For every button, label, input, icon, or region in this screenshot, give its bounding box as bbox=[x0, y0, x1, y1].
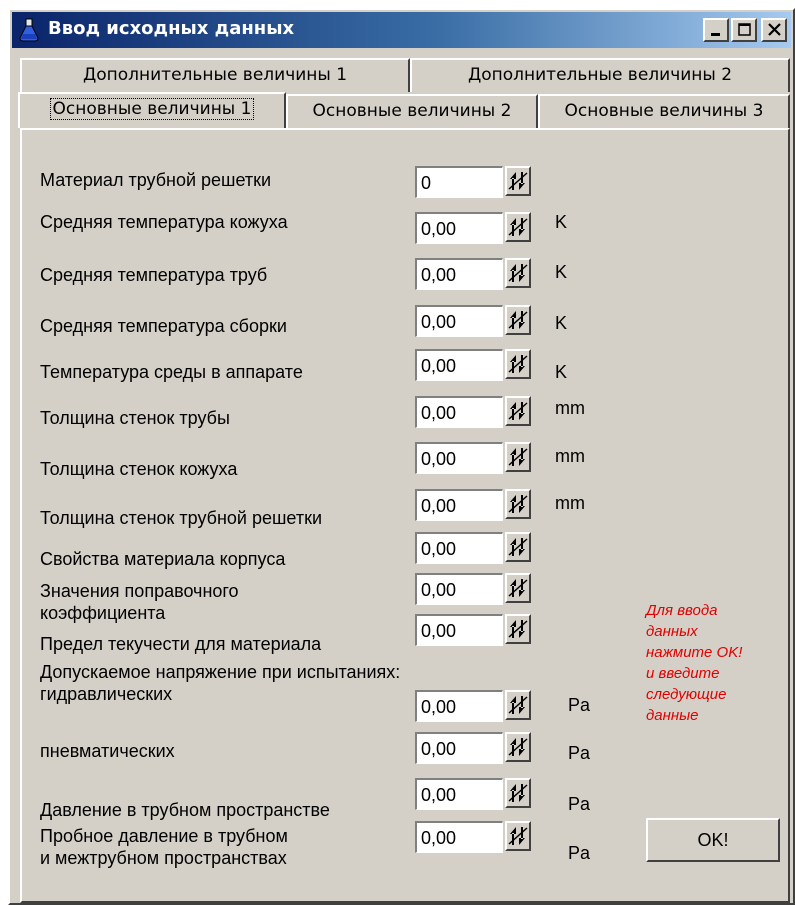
section-heading-allowable-stress: Допускаемое напряжение при испытаниях: bbox=[40, 662, 401, 682]
spin-button[interactable] bbox=[505, 212, 531, 242]
unit-label: Pa bbox=[568, 794, 591, 814]
window-title: Ввод исходных данных bbox=[48, 18, 295, 39]
input-shell-wall[interactable]: 0,00 bbox=[415, 442, 503, 474]
input-correction-factor[interactable]: 0,00 bbox=[415, 573, 503, 605]
up-down-arrows-icon bbox=[508, 495, 528, 513]
unit-label: mm bbox=[555, 398, 585, 418]
up-down-arrows-icon bbox=[508, 172, 528, 190]
up-down-arrows-icon bbox=[508, 827, 528, 845]
unit-label: K bbox=[555, 362, 568, 382]
field-label-test-pressure: Пробное давление в трубном bbox=[40, 826, 288, 846]
tab-main-3[interactable]: Основные величины 3 bbox=[538, 94, 790, 128]
close-button[interactable] bbox=[761, 18, 787, 42]
spin-button[interactable] bbox=[505, 690, 531, 720]
spin-button[interactable] bbox=[505, 489, 531, 519]
field-label-test-pressure-2: и межтрубном пространствах bbox=[40, 848, 287, 868]
spin-button[interactable] bbox=[505, 166, 531, 196]
spin-button[interactable] bbox=[505, 396, 531, 426]
up-down-arrows-icon bbox=[508, 218, 528, 236]
field-label-body-material: Свойства материала корпуса bbox=[40, 549, 286, 569]
up-down-arrows-icon bbox=[508, 264, 528, 282]
flask-icon bbox=[19, 18, 39, 42]
up-down-arrows-icon bbox=[508, 738, 528, 756]
field-label-assembly-temp: Средняя температура сборки bbox=[40, 316, 287, 336]
spin-button[interactable] bbox=[505, 573, 531, 603]
tab-main-2[interactable]: Основные величины 2 bbox=[286, 94, 538, 128]
spin-button[interactable] bbox=[505, 532, 531, 562]
spin-button[interactable] bbox=[505, 258, 531, 288]
spin-button[interactable] bbox=[505, 349, 531, 379]
tab-additional-1[interactable]: Дополнительные величины 1 bbox=[20, 58, 410, 92]
field-label-yield-strength: Предел текучести для материала bbox=[40, 634, 322, 654]
field-label-shell-temp: Средняя температура кожуха bbox=[40, 212, 288, 232]
close-icon bbox=[768, 23, 781, 36]
input-shell-temp[interactable]: 0,00 bbox=[415, 212, 503, 244]
spin-button[interactable] bbox=[505, 442, 531, 472]
hint-text: Для ввода данных нажмите OK! и введите с… bbox=[646, 602, 743, 724]
up-down-arrows-icon bbox=[508, 538, 528, 556]
tab-main-1[interactable]: Основные величины 1 bbox=[18, 92, 286, 128]
up-down-arrows-icon bbox=[508, 620, 528, 638]
input-hydraulic[interactable]: 0,00 bbox=[415, 690, 503, 722]
up-down-arrows-icon bbox=[508, 402, 528, 420]
input-tube-wall[interactable]: 0,00 bbox=[415, 396, 503, 428]
input-test-pressure[interactable]: 0,00 bbox=[415, 821, 503, 853]
unit-label: mm bbox=[555, 446, 585, 466]
minimize-icon bbox=[711, 33, 720, 36]
spin-button[interactable] bbox=[505, 305, 531, 335]
input-tube-temp[interactable]: 0,00 bbox=[415, 258, 503, 290]
spin-button[interactable] bbox=[505, 778, 531, 808]
unit-label: K bbox=[555, 313, 568, 333]
up-down-arrows-icon bbox=[508, 784, 528, 802]
field-label-tube-wall: Толщина стенок трубы bbox=[40, 408, 230, 428]
input-assembly-temp[interactable]: 0,00 bbox=[415, 305, 503, 337]
input-tube-pressure[interactable]: 0,00 bbox=[415, 778, 503, 810]
unit-label: Pa bbox=[568, 743, 591, 763]
ok-button[interactable]: OK! bbox=[646, 818, 780, 862]
input-tubesheet-wall[interactable]: 0,00 bbox=[415, 489, 503, 521]
title-bar[interactable]: Ввод исходных данных bbox=[12, 12, 791, 48]
unit-label: Pa bbox=[568, 843, 591, 863]
up-down-arrows-icon bbox=[508, 696, 528, 714]
unit-label: mm bbox=[555, 493, 585, 513]
input-tubesheet-material[interactable]: 0 bbox=[415, 166, 503, 198]
field-label-tubesheet-material: Материал трубной решетки bbox=[40, 170, 272, 190]
field-label-hydraulic: гидравлических bbox=[40, 684, 173, 704]
field-label-medium-temp: Температура среды в аппарате bbox=[40, 362, 303, 382]
minimize-button[interactable] bbox=[703, 18, 729, 42]
maximize-icon bbox=[738, 23, 751, 36]
input-medium-temp[interactable]: 0,00 bbox=[415, 349, 503, 381]
spin-button[interactable] bbox=[505, 614, 531, 644]
field-label-pneumatic: пневматических bbox=[40, 741, 175, 761]
field-label-correction-factor-2: коэффициента bbox=[40, 603, 166, 623]
unit-label: Pa bbox=[568, 695, 591, 715]
field-label-tubesheet-wall: Толщина стенок трубной решетки bbox=[40, 508, 323, 528]
spin-button[interactable] bbox=[505, 821, 531, 851]
field-label-correction-factor: Значения поправочного bbox=[40, 581, 239, 601]
tab-additional-2[interactable]: Дополнительные величины 2 bbox=[410, 58, 790, 92]
unit-label: K bbox=[555, 262, 568, 282]
up-down-arrows-icon bbox=[508, 355, 528, 373]
field-label-tube-pressure: Давление в трубном пространстве bbox=[40, 800, 330, 820]
up-down-arrows-icon bbox=[508, 579, 528, 597]
up-down-arrows-icon bbox=[508, 448, 528, 466]
field-label-tube-temp: Средняя температура труб bbox=[40, 265, 268, 285]
spin-button[interactable] bbox=[505, 732, 531, 762]
maximize-button[interactable] bbox=[731, 18, 757, 42]
input-body-material[interactable]: 0,00 bbox=[415, 532, 503, 564]
unit-label: K bbox=[555, 212, 568, 232]
up-down-arrows-icon bbox=[508, 311, 528, 329]
dialog-window: Ввод исходных данных Дополнительные вели… bbox=[8, 8, 795, 905]
field-label-shell-wall: Толщина стенок кожуха bbox=[40, 459, 238, 479]
input-yield-strength[interactable]: 0,00 bbox=[415, 614, 503, 646]
input-pneumatic[interactable]: 0,00 bbox=[415, 732, 503, 764]
